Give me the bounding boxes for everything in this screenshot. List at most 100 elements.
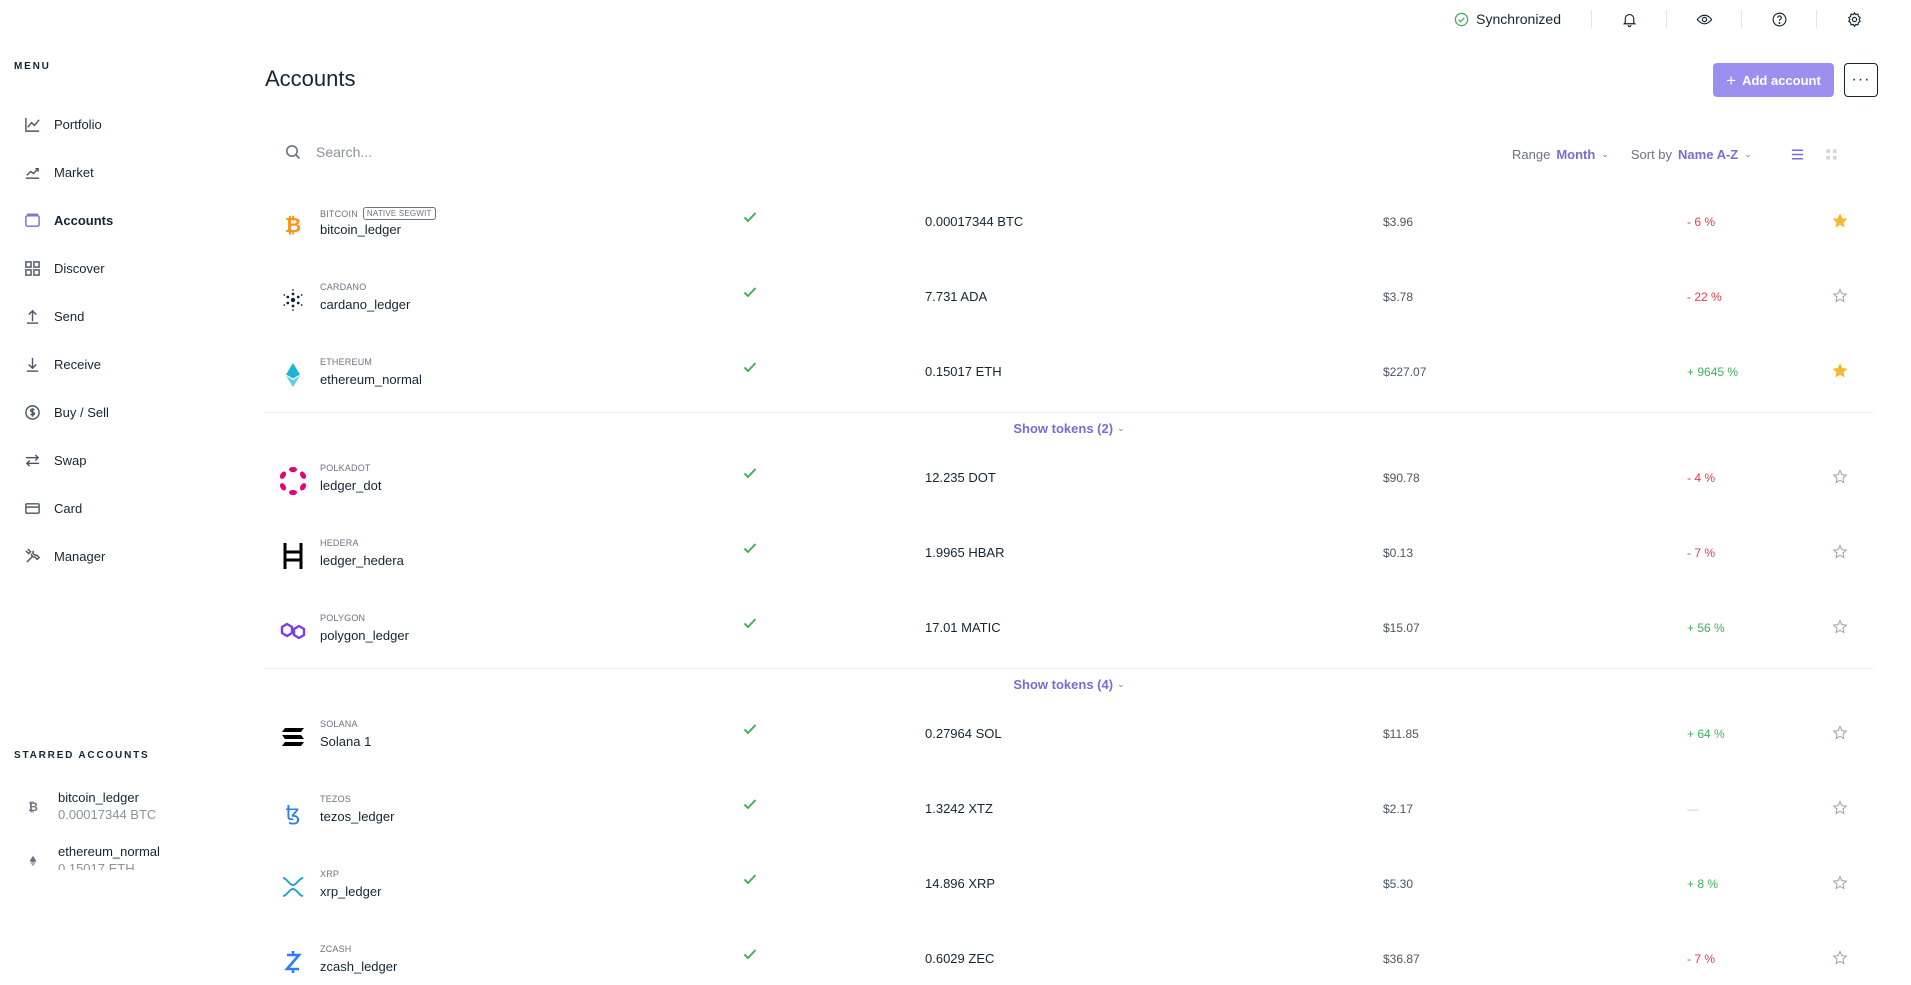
- sidebar-item-label: Accounts: [54, 212, 114, 228]
- sidebar-item-label: Manager: [54, 548, 106, 564]
- star-icon[interactable]: [1832, 544, 1848, 560]
- divider: [1741, 10, 1742, 28]
- search-input[interactable]: [316, 144, 616, 160]
- account-row-bitcoin[interactable]: ₿ BITCOIN NATIVE SEGWIT bitcoin_ledger 0…: [265, 187, 1875, 262]
- list-view-button[interactable]: [1788, 144, 1808, 164]
- sidebar-item-label: Portfolio: [54, 116, 102, 132]
- portfolio-icon: [23, 115, 41, 133]
- account-row-cardano[interactable]: CARDANO cardano_ledger 7.731 ADA $3.78 -…: [265, 262, 1875, 337]
- account-balance: 1.9965 HBAR: [925, 545, 1005, 560]
- sidebar-item-label: Receive: [54, 356, 101, 372]
- page-title: Accounts: [265, 66, 356, 91]
- chevron-down-icon: ⌄: [1117, 678, 1125, 689]
- sync-check-icon: [742, 871, 760, 889]
- starred-account-name: ethereum_normal: [58, 844, 160, 859]
- account-row-polkadot[interactable]: POLKADOT ledger_dot 12.235 DOT $90.78 - …: [265, 443, 1875, 518]
- star-icon[interactable]: [1832, 875, 1848, 891]
- top-bar: Synchronized: [1454, 0, 1911, 38]
- account-fiat-value: $3.78: [1383, 290, 1414, 304]
- account-change: - 7 %: [1687, 546, 1716, 560]
- settings-icon[interactable]: [1843, 8, 1865, 30]
- sync-check-icon: [742, 946, 760, 964]
- account-row-solana[interactable]: SOLANA Solana 1 0.27964 SOL $11.85 + 64 …: [265, 699, 1875, 774]
- grid-view-button[interactable]: [1822, 144, 1842, 164]
- eye-icon[interactable]: [1693, 8, 1715, 30]
- sidebar-item-swap[interactable]: Swap: [23, 436, 113, 484]
- account-name: Solana 1: [320, 734, 372, 749]
- star-icon[interactable]: [1832, 288, 1848, 304]
- sidebar-item-receive[interactable]: Receive: [23, 340, 113, 388]
- currency-name: TEZOS: [320, 794, 352, 804]
- account-fiat-value: $3.96: [1383, 215, 1414, 229]
- account-change: - 4 %: [1687, 471, 1716, 485]
- sort-label: Sort by: [1630, 146, 1673, 162]
- starred-accounts-list: ₿ bitcoin_ledger 0.00017344 BTC ethereum…: [25, 790, 225, 870]
- currency-name: POLYGON: [320, 613, 366, 623]
- bell-icon[interactable]: [1618, 8, 1640, 30]
- sync-label: Synchronized: [1476, 11, 1561, 27]
- market-icon: [23, 163, 41, 181]
- sidebar-item-label: Discover: [54, 260, 105, 276]
- star-icon[interactable]: [1832, 363, 1848, 379]
- sidebar-item-portfolio[interactable]: Portfolio: [23, 100, 113, 148]
- account-balance: 0.00017344 BTC: [925, 214, 1024, 229]
- polkadot-icon: [278, 466, 308, 496]
- starred-account-ethereum[interactable]: ethereum_normal 0.15017 ETH: [25, 844, 225, 870]
- range-filter[interactable]: Range Month ⌄: [1512, 147, 1609, 162]
- account-row-tezos[interactable]: ꜩ TEZOS tezos_ledger 1.3242 XTZ $2.17 —: [265, 774, 1875, 849]
- account-row-xrp[interactable]: XRP xrp_ledger 14.896 XRP $5.30 + 8 %: [265, 849, 1875, 924]
- add-account-label: Add account: [1742, 72, 1821, 88]
- account-row-hedera[interactable]: HEDERA ledger_hedera 1.9965 HBAR $0.13 -…: [265, 518, 1875, 593]
- list-view-icon: [1792, 149, 1804, 159]
- discover-icon: [23, 259, 41, 277]
- star-icon[interactable]: [1832, 725, 1848, 741]
- sidebar-item-discover[interactable]: Discover: [23, 244, 113, 292]
- star-icon[interactable]: [1832, 213, 1848, 229]
- account-fiat-value: $5.30: [1383, 877, 1414, 891]
- starred-account-bitcoin[interactable]: ₿ bitcoin_ledger 0.00017344 BTC: [25, 790, 225, 844]
- sidebar-item-buy-sell[interactable]: Buy / Sell: [23, 388, 113, 436]
- account-balance: 0.15017 ETH: [925, 364, 1002, 379]
- search-bar[interactable]: [285, 144, 616, 160]
- account-row-zcash[interactable]: ZCASH zcash_ledger 0.6029 ZEC $36.87 - 7…: [265, 924, 1875, 985]
- show-tokens-button[interactable]: Show tokens (4) ⌄: [265, 668, 1873, 699]
- sidebar-item-manager[interactable]: Manager: [23, 532, 113, 580]
- account-change: —: [1687, 802, 1699, 816]
- hedera-icon: [278, 541, 308, 571]
- star-icon[interactable]: [1832, 469, 1848, 485]
- star-icon[interactable]: [1832, 619, 1848, 635]
- sidebar-item-market[interactable]: Market: [23, 148, 113, 196]
- sidebar-item-send[interactable]: Send: [23, 292, 113, 340]
- currency-name-wrap: BITCOIN NATIVE SEGWIT: [320, 207, 436, 220]
- account-row-ethereum[interactable]: ETHEREUM ethereum_normal 0.15017 ETH $22…: [265, 337, 1875, 412]
- sidebar-item-label: Send: [54, 308, 85, 324]
- ethereum-icon: [25, 853, 41, 869]
- search-icon: [286, 145, 301, 160]
- star-icon[interactable]: [1832, 950, 1848, 966]
- help-icon[interactable]: [1768, 8, 1790, 30]
- star-icon[interactable]: [1832, 800, 1848, 816]
- swap-icon: [23, 451, 41, 469]
- range-label: Range: [1512, 146, 1551, 162]
- sidebar-item-label: Market: [54, 164, 94, 180]
- sort-filter[interactable]: Sort by Name A-Z ⌄: [1631, 147, 1752, 162]
- sidebar-item-card[interactable]: Card: [23, 484, 113, 532]
- starred-account-balance: 0.15017 ETH: [58, 861, 135, 870]
- sidebar-item-accounts[interactable]: Accounts: [23, 196, 113, 244]
- more-options-button[interactable]: ···: [1844, 63, 1878, 97]
- range-value: Month: [1556, 146, 1596, 162]
- account-change: + 8 %: [1687, 877, 1719, 891]
- sidebar-item-label: Swap: [54, 452, 87, 468]
- polygon-icon: [278, 616, 308, 646]
- add-account-button[interactable]: + Add account: [1713, 63, 1834, 97]
- svg-text:₿: ₿: [285, 213, 301, 237]
- currency-name: SOLANA: [320, 719, 358, 729]
- sync-status[interactable]: Synchronized: [1454, 11, 1561, 27]
- show-tokens-button[interactable]: Show tokens (2) ⌄: [265, 412, 1873, 443]
- account-name: cardano_ledger: [320, 297, 411, 312]
- account-name: polygon_ledger: [320, 628, 409, 643]
- account-change: + 56 %: [1687, 621, 1725, 635]
- account-balance: 0.6029 ZEC: [925, 951, 995, 966]
- account-row-polygon[interactable]: POLYGON polygon_ledger 17.01 MATIC $15.0…: [265, 593, 1875, 668]
- sync-check-icon: [742, 721, 760, 739]
